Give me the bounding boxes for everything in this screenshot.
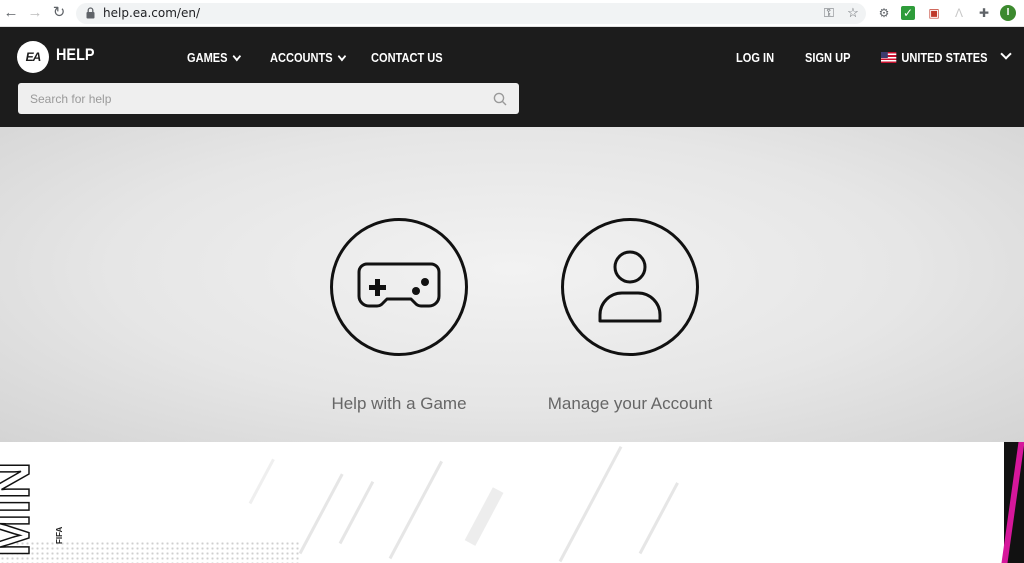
decorative-streak bbox=[338, 480, 375, 545]
decorative-streak bbox=[298, 473, 344, 555]
help-with-game-tile[interactable]: Help with a Game bbox=[299, 218, 499, 414]
game-circle[interactable] bbox=[330, 218, 468, 356]
promo-banner: MIN FIFA bbox=[0, 442, 1024, 563]
bookmark-star-icon[interactable]: ☆ bbox=[845, 5, 861, 21]
browser-toolbar: ← → ↻ help.ea.com/en/ ⚿ ☆ ⚙ ✓ ▣ Λ ✚ I bbox=[0, 0, 1024, 27]
decorative-streak bbox=[558, 446, 623, 563]
us-flag-icon bbox=[881, 52, 897, 63]
region-selector[interactable]: UNITED STATES bbox=[881, 50, 988, 65]
extension-image-icon[interactable]: ▣ bbox=[926, 5, 942, 21]
help-with-game-label[interactable]: Help with a Game bbox=[299, 394, 499, 414]
extension-check-icon[interactable]: ✓ bbox=[901, 6, 915, 20]
extension-a-icon[interactable]: Λ bbox=[951, 5, 967, 21]
manage-account-tile[interactable]: Manage your Account bbox=[530, 218, 730, 414]
address-bar[interactable]: help.ea.com/en/ ⚿ ☆ bbox=[76, 3, 866, 24]
url-text: help.ea.com/en/ bbox=[103, 6, 201, 20]
forward-icon[interactable]: → bbox=[26, 4, 44, 22]
lock-icon bbox=[86, 7, 95, 19]
search-box bbox=[18, 83, 519, 114]
gamepad-icon bbox=[357, 262, 441, 308]
decorative-streak bbox=[638, 482, 679, 555]
banner-fifa-text: FIFA bbox=[55, 526, 64, 544]
hero-section: Help with a Game Manage your Account bbox=[0, 127, 1024, 442]
extensions-puzzle-icon[interactable]: ✚ bbox=[976, 5, 992, 21]
reload-icon[interactable]: ↻ bbox=[50, 4, 68, 22]
user-icon bbox=[598, 250, 662, 323]
nav-accounts-label: ACCOUNTS bbox=[270, 50, 333, 65]
dot-pattern bbox=[0, 541, 300, 563]
back-icon[interactable]: ← bbox=[2, 4, 20, 22]
nav-log-in[interactable]: LOG IN bbox=[736, 50, 774, 65]
nav-sign-up[interactable]: SIGN UP bbox=[805, 50, 850, 65]
key-icon[interactable]: ⚿ bbox=[821, 5, 837, 21]
profile-avatar[interactable]: I bbox=[1000, 5, 1016, 21]
search-icon[interactable] bbox=[493, 92, 507, 106]
extension-gear-icon[interactable]: ⚙ bbox=[876, 5, 892, 21]
brand-title[interactable]: HELP bbox=[56, 45, 95, 65]
banner-big-text: MIN bbox=[0, 461, 42, 558]
search-input[interactable] bbox=[18, 83, 488, 114]
nav-contact-us[interactable]: CONTACT US bbox=[371, 50, 443, 65]
nav-games-label: GAMES bbox=[187, 50, 228, 65]
decorative-streak bbox=[248, 458, 275, 505]
manage-account-label[interactable]: Manage your Account bbox=[530, 394, 730, 414]
nav-accounts[interactable]: ACCOUNTS bbox=[270, 50, 346, 65]
banner-right-art bbox=[1004, 442, 1024, 563]
region-label: UNITED STATES bbox=[901, 50, 988, 65]
decorative-streak bbox=[464, 487, 504, 546]
account-circle[interactable] bbox=[561, 218, 699, 356]
decorative-streak bbox=[388, 460, 443, 560]
ea-logo[interactable]: EA bbox=[17, 41, 49, 73]
nav-games[interactable]: GAMES bbox=[187, 50, 241, 65]
